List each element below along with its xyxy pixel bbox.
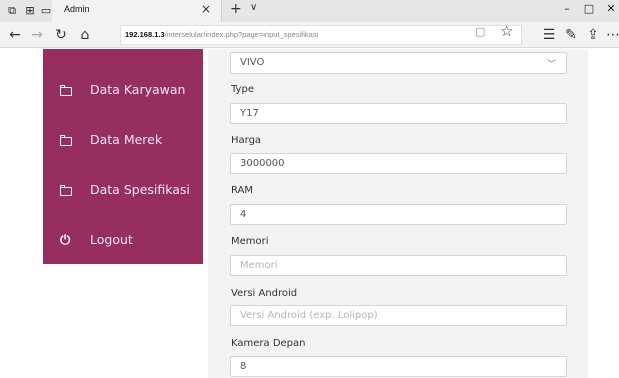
page-viewport: Data Karyawan Data Merek Data Spesifikas…	[0, 49, 619, 378]
tab-page-icon: ▭	[40, 4, 52, 17]
memori-label: Memori	[231, 236, 269, 247]
ram-input-value: 4	[240, 209, 247, 220]
back-icon[interactable]: ←	[6, 26, 24, 44]
sidebar-item-logout[interactable]: ⏻ Logout	[43, 228, 203, 258]
url-text: 192.168.1.3/interselular/index.php?page=…	[125, 30, 319, 39]
browser-tab-bar: ⧉ ⊞ Admin × ▭ + ∨ – □ ✕	[0, 0, 619, 22]
browser-tab[interactable]: Admin ×	[52, 0, 222, 22]
maximize-icon[interactable]: □	[580, 2, 598, 15]
set-aside-tabs-icon[interactable]: ⊞	[22, 3, 38, 19]
kamera-depan-input-value: 8	[240, 361, 247, 372]
tab-actions-icon[interactable]: ⧉	[4, 3, 20, 19]
tab-title: Admin	[64, 4, 90, 14]
kamera-depan-input[interactable]: 8	[230, 356, 567, 377]
memori-input[interactable]: Memori	[230, 255, 567, 276]
ram-input[interactable]: 4	[230, 204, 567, 225]
share-icon[interactable]: ⇪	[584, 26, 602, 44]
address-bar[interactable]: 192.168.1.3/interselular/index.php?page=…	[120, 25, 522, 45]
type-label: Type	[231, 84, 254, 95]
memori-input-placeholder: Memori	[240, 260, 278, 271]
harga-input-value: 3000000	[240, 158, 285, 169]
browser-nav-bar: ← → ↻ ⌂ 192.168.1.3/interselular/index.p…	[0, 22, 619, 48]
tab-preview-dropdown-icon[interactable]: ∨	[250, 2, 257, 13]
chevron-down-icon: ﹀	[546, 60, 556, 70]
versi-android-input-placeholder: Versi Android (exp. Lolipop)	[240, 310, 378, 321]
minimize-icon[interactable]: –	[558, 2, 576, 15]
favorite-star-icon[interactable]: ☆	[500, 22, 513, 40]
folder-icon	[60, 85, 73, 96]
folder-icon	[60, 135, 73, 146]
pen-icon[interactable]: ✎	[562, 26, 580, 44]
sidebar-item-data-merek[interactable]: Data Merek	[43, 128, 203, 158]
harga-input[interactable]: 3000000	[230, 153, 567, 174]
sidebar-item-label: Logout	[90, 232, 133, 247]
sidebar: Data Karyawan Data Merek Data Spesifikas…	[43, 49, 203, 264]
tab-close-icon[interactable]: ×	[201, 2, 211, 16]
harga-label: Harga	[231, 135, 262, 146]
sidebar-item-data-spesifikasi[interactable]: Data Spesifikasi	[43, 178, 203, 208]
sidebar-item-label: Data Spesifikasi	[90, 182, 190, 197]
favorites-hub-icon[interactable]: ☰	[540, 26, 558, 44]
close-window-icon[interactable]: ✕	[602, 2, 619, 15]
more-icon[interactable]: ⋯	[604, 26, 619, 44]
reading-view-icon[interactable]: ▢	[475, 25, 485, 38]
type-input-value: Y17	[240, 108, 259, 119]
new-tab-button[interactable]: +	[230, 1, 242, 17]
brand-select[interactable]: VIVO ﹀	[230, 52, 567, 74]
versi-android-input[interactable]: Versi Android (exp. Lolipop)	[230, 305, 567, 326]
folder-icon	[60, 185, 73, 196]
refresh-icon[interactable]: ↻	[52, 26, 70, 44]
versi-android-label: Versi Android	[231, 288, 298, 299]
sidebar-item-data-karyawan[interactable]: Data Karyawan	[43, 78, 203, 108]
sidebar-item-label: Data Karyawan	[90, 82, 186, 97]
type-input[interactable]: Y17	[230, 103, 567, 124]
forward-icon[interactable]: →	[28, 26, 46, 44]
brand-select-value: VIVO	[240, 57, 265, 68]
home-icon[interactable]: ⌂	[76, 26, 94, 44]
kamera-depan-label: Kamera Depan	[231, 338, 306, 349]
sidebar-item-label: Data Merek	[90, 132, 163, 147]
power-icon: ⏻	[60, 233, 71, 248]
ram-label: RAM	[231, 185, 254, 196]
